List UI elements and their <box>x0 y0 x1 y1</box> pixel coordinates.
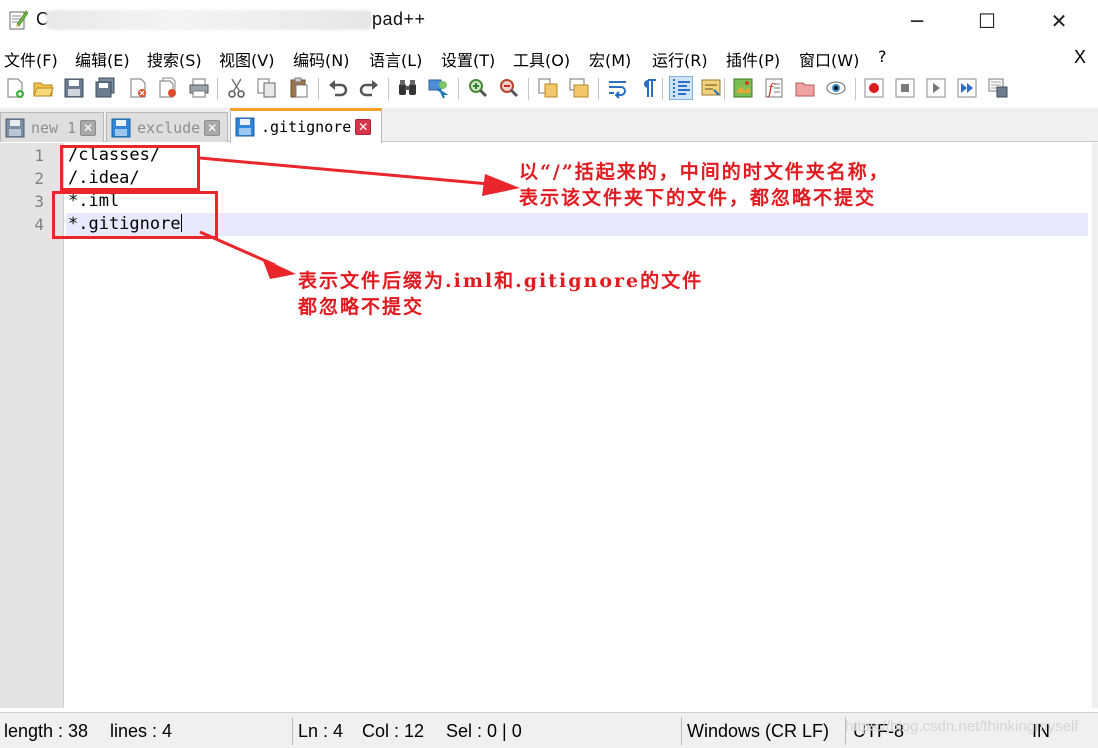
notepad-plus-plus-app-icon <box>8 9 29 31</box>
tab-gitignore[interactable]: .gitignore ✕ <box>230 108 382 143</box>
saved-disk-icon <box>235 117 255 137</box>
run-macro-multiple-icon[interactable] <box>955 76 979 100</box>
menu-settings[interactable]: 设置(T) <box>441 47 495 71</box>
toolbar-separator <box>318 78 319 100</box>
vertical-scrollbar[interactable] <box>1092 143 1098 708</box>
cut-icon[interactable] <box>225 76 249 100</box>
redo-icon[interactable] <box>357 76 381 100</box>
status-divider <box>292 717 293 745</box>
menu-language[interactable]: 语言(L) <box>369 47 422 71</box>
annotation-box-suffixes <box>52 191 218 239</box>
annotation-note-folders-line2: 表示该文件夹下的文件，都忽略不提交 <box>519 187 877 209</box>
menu-view[interactable]: 视图(V) <box>219 47 274 71</box>
replace-icon[interactable] <box>427 76 451 100</box>
current-code-line[interactable]: *.gitignore <box>66 213 1088 236</box>
watermark: https://blog.csdn.net/thinkingmyself <box>845 718 1079 735</box>
status-line-number: Ln : 4 <box>298 720 344 741</box>
folder-workspace-icon[interactable] <box>793 76 817 100</box>
word-wrap-icon[interactable] <box>606 76 630 100</box>
menu-bar: 文件(F) 编辑(E) 搜索(S) 视图(V) 编码(N) 语言(L) 设置(T… <box>0 44 1098 72</box>
stop-recording-icon[interactable] <box>893 76 917 100</box>
monitoring-icon[interactable] <box>824 76 848 100</box>
show-all-chars-icon[interactable] <box>637 76 661 100</box>
tab-label: exclude <box>137 118 201 137</box>
find-icon[interactable] <box>396 76 420 100</box>
line-number: 2 <box>34 169 44 188</box>
menu-macro[interactable]: 宏(M) <box>589 47 631 71</box>
tab-exclude[interactable]: exclude ✕ <box>106 112 228 142</box>
maximize-button[interactable]: ☐ <box>962 0 1012 42</box>
tab-new-1[interactable]: new 1 ✕ <box>0 112 104 142</box>
tab-close-icon[interactable]: ✕ <box>80 119 97 136</box>
toolbar: f <box>0 73 1098 105</box>
menu-run[interactable]: 运行(R) <box>652 47 708 71</box>
toolbar-separator <box>662 78 663 100</box>
menu-tools[interactable]: 工具(O) <box>513 47 570 71</box>
menu-edit[interactable]: 编辑(E) <box>75 47 130 71</box>
saved-disk-icon <box>111 118 131 137</box>
status-length: length : 38 <box>4 720 89 741</box>
annotation-note-suffixes-line2: 都忽略不提交 <box>298 296 425 318</box>
line-number: 1 <box>34 146 44 165</box>
sync-vertical-icon[interactable] <box>536 76 560 100</box>
playback-macro-icon[interactable] <box>924 76 948 100</box>
open-file-icon[interactable] <box>31 76 55 100</box>
tab-close-icon[interactable]: ✕ <box>204 119 221 136</box>
close-document-button[interactable]: X <box>1074 47 1086 68</box>
function-list-icon[interactable]: f <box>762 76 786 100</box>
toolbar-separator <box>388 78 389 100</box>
status-eol-format[interactable]: Windows (CR LF) <box>687 713 829 748</box>
indent-guide-icon[interactable] <box>669 76 693 100</box>
undo-icon[interactable] <box>326 76 350 100</box>
status-column: Col : 12 <box>362 720 425 741</box>
annotation-box-folders <box>60 145 200 191</box>
line-number: 3 <box>34 192 44 211</box>
close-icon[interactable] <box>126 76 150 100</box>
close-window-button[interactable]: ✕ <box>1034 0 1084 42</box>
zoom-in-icon[interactable] <box>466 76 490 100</box>
record-macro-icon[interactable] <box>862 76 886 100</box>
save-all-icon[interactable] <box>93 76 117 100</box>
toolbar-separator <box>855 78 856 100</box>
menu-search[interactable]: 搜索(S) <box>147 47 202 71</box>
save-macro-icon[interactable] <box>986 76 1010 100</box>
window-title-suffix: pad++ <box>372 9 426 29</box>
close-all-icon[interactable] <box>156 76 180 100</box>
tab-label: .gitignore <box>261 118 352 136</box>
annotation-note-folders-line1: 以“/”括起来的，中间的时文件夹名称， <box>519 161 890 183</box>
sync-horizontal-icon[interactable] <box>567 76 591 100</box>
toolbar-separator <box>598 78 599 100</box>
tab-bar: new 1 ✕ exclude ✕ .gitignore ✕ <box>0 108 1098 143</box>
menu-help[interactable]: ? <box>878 47 887 66</box>
toolbar-separator <box>458 78 459 100</box>
minimize-button[interactable]: ─ <box>892 0 942 42</box>
line-number: 4 <box>34 215 44 234</box>
toolbar-separator <box>217 78 218 100</box>
document-map-icon[interactable] <box>731 76 755 100</box>
save-icon[interactable] <box>62 76 86 100</box>
window-title-redacted <box>46 10 372 30</box>
paste-icon[interactable] <box>287 76 311 100</box>
menu-file[interactable]: 文件(F) <box>4 47 58 71</box>
menu-window[interactable]: 窗口(W) <box>799 47 859 71</box>
zoom-out-icon[interactable] <box>497 76 521 100</box>
saved-disk-icon <box>5 118 25 137</box>
tab-label: new 1 <box>31 118 77 137</box>
user-defined-language-icon[interactable] <box>699 76 723 100</box>
new-file-icon[interactable] <box>3 76 27 100</box>
status-divider <box>681 717 682 745</box>
annotation-note-suffixes-line1: 表示文件后缀为.iml和.gitignore的文件 <box>298 270 704 292</box>
print-icon[interactable] <box>187 76 211 100</box>
menu-encoding[interactable]: 编码(N) <box>293 47 349 71</box>
menu-plugins[interactable]: 插件(P) <box>726 47 780 71</box>
toolbar-separator <box>724 78 725 100</box>
status-selection: Sel : 0 | 0 <box>446 720 522 741</box>
status-lines: lines : 4 <box>110 720 173 741</box>
title-bar: C pad++ ─ ☐ ✕ <box>0 0 1098 42</box>
copy-icon[interactable] <box>255 76 279 100</box>
tab-close-icon[interactable]: ✕ <box>355 119 372 135</box>
toolbar-separator <box>528 78 529 100</box>
